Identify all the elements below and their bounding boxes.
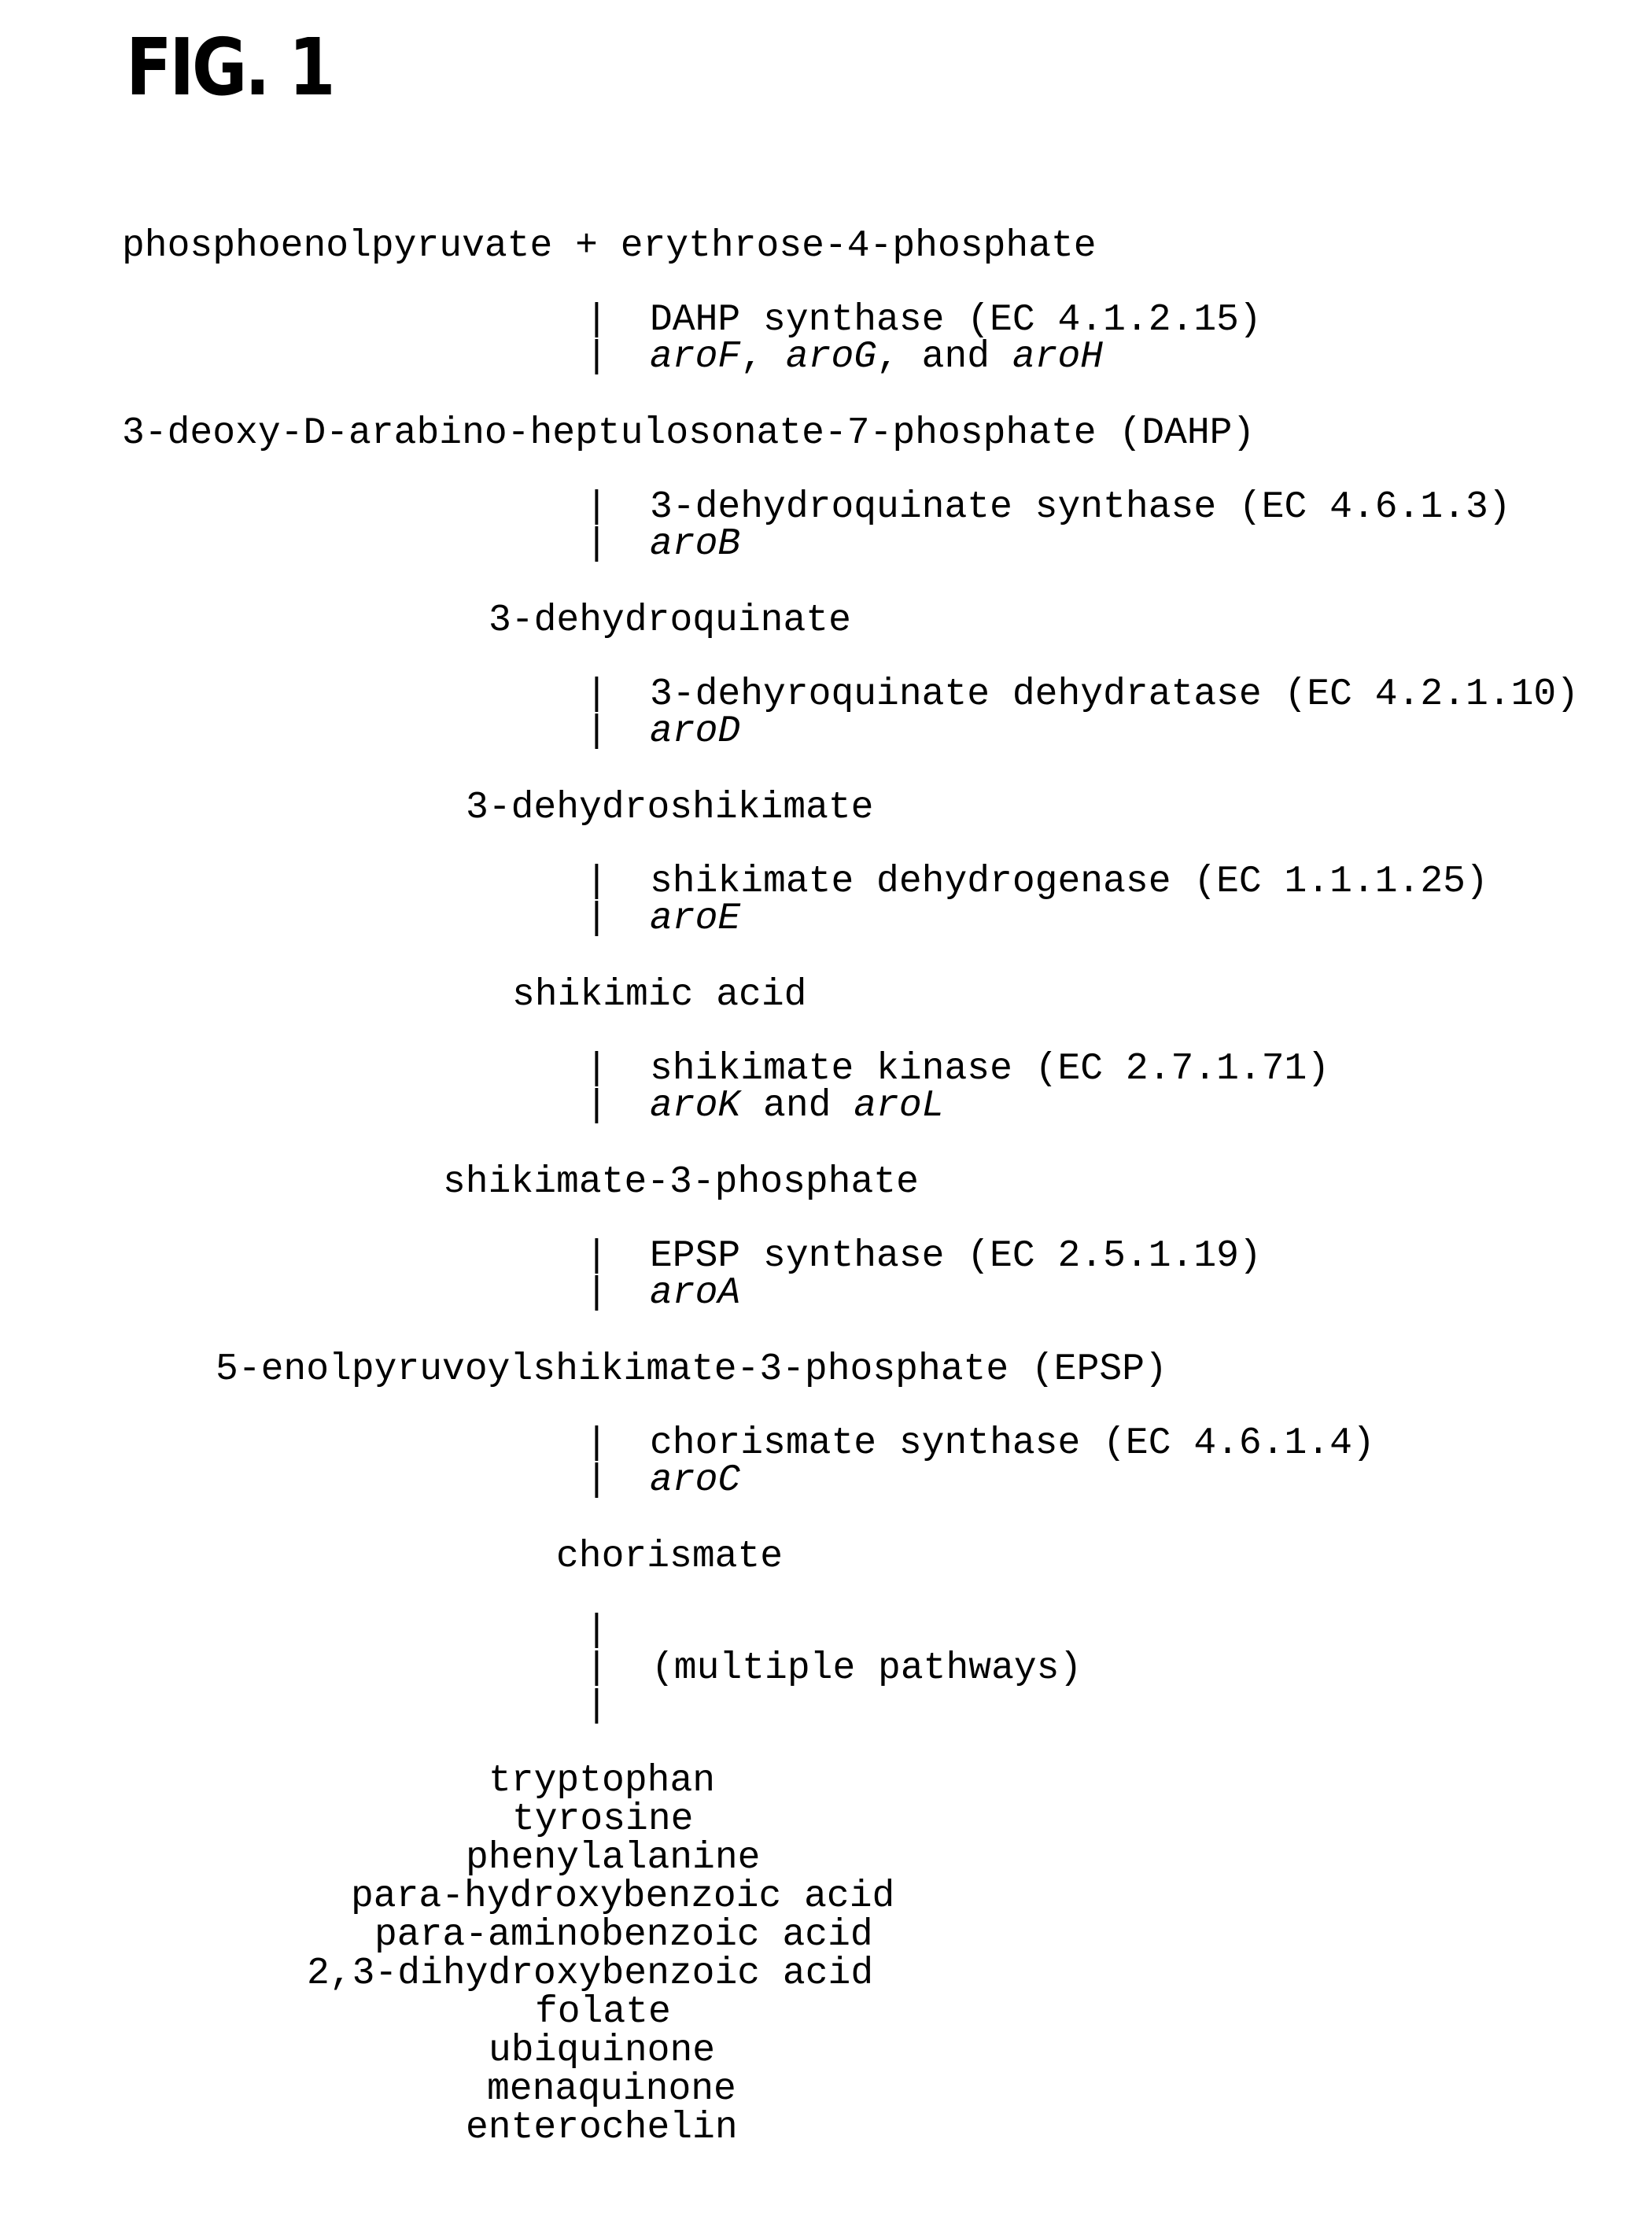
arrow-line-icon: | <box>585 1459 608 1502</box>
arrow-line-icon: | <box>585 486 608 529</box>
arrow-line-icon: | <box>585 299 608 341</box>
gene-label: aroB <box>650 525 740 563</box>
arrow-line-icon: | <box>585 1647 608 1690</box>
arrow-line-icon: | <box>585 1610 608 1652</box>
gene-name: aroL <box>854 1085 945 1127</box>
gene-name: aroC <box>650 1459 741 1502</box>
gene-label: aroE <box>650 900 740 938</box>
product-item: 2,3-dihydroxybenzoic acid <box>307 1953 874 1995</box>
metabolite-shikimate-3-phosphate: shikimate-3-phosphate <box>443 1161 919 1204</box>
arrow-line-icon: | <box>585 336 608 378</box>
gene-separator: , <box>740 336 786 378</box>
product-item: folate <box>535 1991 671 2034</box>
enzyme-label: DAHP synthase (EC 4.1.2.15) <box>650 299 1262 341</box>
gene-separator: , and <box>876 336 1012 378</box>
metabolite-shikimic-acid: shikimic acid <box>512 974 807 1016</box>
gene-name: aroF <box>650 336 741 378</box>
gene-name: aroH <box>1012 336 1104 378</box>
metabolite-pep-e4p: phosphoenolpyruvate + erythrose-4-phosph… <box>122 225 1097 267</box>
enzyme-label: chorismate synthase (EC 4.6.1.4) <box>650 1422 1375 1465</box>
arrow-line-icon: | <box>585 1685 608 1728</box>
metabolite-3-dehydroshikimate: 3-dehydroshikimate <box>466 787 874 829</box>
product-item: para-hydroxybenzoic acid <box>351 1875 895 1918</box>
product-item: tyrosine <box>512 1798 694 1841</box>
enzyme-label: 3-dehyroquinate dehydratase (EC 4.2.1.10… <box>650 673 1579 716</box>
arrow-line-icon: | <box>585 673 608 716</box>
gene-name: aroB <box>650 523 741 566</box>
arrow-line-icon: | <box>585 1085 608 1127</box>
gene-name: aroD <box>650 710 741 753</box>
metabolite-chorismate: chorismate <box>556 1536 784 1578</box>
gene-label: aroF, aroG, and aroH <box>650 338 1103 376</box>
arrow-line-icon: | <box>585 898 608 940</box>
product-item: phenylalanine <box>466 1837 761 1879</box>
arrow-line-icon: | <box>585 523 608 566</box>
product-item: para-aminobenzoic acid <box>374 1914 873 1956</box>
figure-title: FIG. 1 <box>126 21 336 113</box>
gene-name: aroE <box>650 898 741 940</box>
gene-label: aroC <box>650 1462 740 1499</box>
gene-label: aroA <box>650 1274 740 1312</box>
arrow-line-icon: | <box>585 710 608 753</box>
arrow-line-icon: | <box>585 1048 608 1090</box>
gene-label: aroD <box>650 713 740 750</box>
product-item: ubiquinone <box>489 2030 716 2072</box>
multiple-pathways-label: (multiple pathways) <box>651 1647 1082 1690</box>
metabolite-epsp: 5-enolpyruvoylshikimate-3-phosphate (EPS… <box>216 1348 1167 1391</box>
product-item: enterochelin <box>466 2107 738 2149</box>
arrow-line-icon: | <box>585 1235 608 1278</box>
arrow-line-icon: | <box>585 1422 608 1465</box>
arrow-line-icon: | <box>585 861 608 903</box>
gene-name: aroG <box>785 336 877 378</box>
enzyme-label: EPSP synthase (EC 2.5.1.19) <box>650 1235 1262 1278</box>
enzyme-label: shikimate dehydrogenase (EC 1.1.1.25) <box>650 861 1488 903</box>
enzyme-label: shikimate kinase (EC 2.7.1.71) <box>650 1048 1330 1090</box>
metabolite-dahp: 3-deoxy-D-arabino-heptulosonate-7-phosph… <box>122 412 1256 455</box>
gene-label: aroK and aroL <box>650 1087 944 1125</box>
arrow-line-icon: | <box>585 1272 608 1315</box>
product-item: menaquinone <box>487 2068 736 2111</box>
enzyme-label: 3-dehydroquinate synthase (EC 4.6.1.3) <box>650 486 1511 529</box>
gene-name: aroK <box>650 1085 741 1127</box>
gene-name: aroA <box>650 1272 741 1315</box>
product-item: tryptophan <box>489 1760 716 1802</box>
gene-separator: and <box>740 1085 854 1127</box>
metabolite-3-dehydroquinate: 3-dehydroquinate <box>489 599 851 642</box>
